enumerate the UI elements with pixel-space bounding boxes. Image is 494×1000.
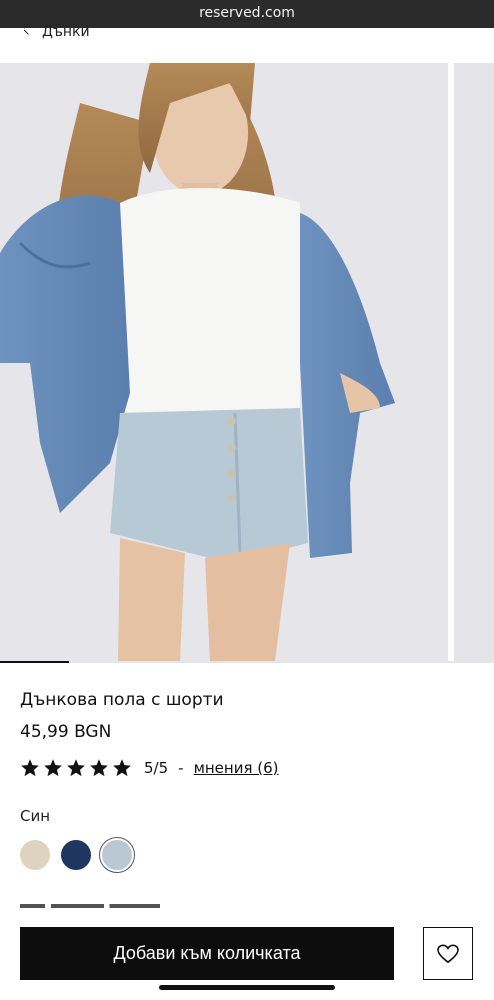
star-icon [67, 759, 85, 777]
model-photo-illustration [0, 63, 448, 661]
product-rating: 5/5 - мнения (6) [20, 756, 279, 780]
wishlist-button[interactable] [423, 927, 473, 980]
gallery-progress-fill [0, 661, 70, 663]
reviews-link[interactable]: мнения (6) [194, 759, 279, 777]
star-icon [113, 759, 131, 777]
color-label: Син [20, 807, 51, 825]
product-price: 45,99 BGN [20, 722, 112, 742]
color-swatch-navy[interactable] [61, 840, 91, 870]
color-swatches [20, 837, 135, 873]
rating-score: 5/5 [144, 759, 169, 777]
add-to-cart-button[interactable]: Добави към количката [20, 927, 394, 980]
rating-stars [20, 758, 132, 778]
rating-separator: - [178, 759, 184, 777]
home-indicator [159, 985, 335, 990]
color-swatch-light-blue[interactable] [99, 837, 135, 873]
product-gallery[interactable] [0, 63, 494, 661]
star-icon [90, 759, 108, 777]
chevron-left-icon [24, 24, 34, 35]
star-icon [44, 759, 62, 777]
breadcrumb[interactable]: Дънки [24, 24, 90, 40]
next-product-photo-peek[interactable] [454, 63, 494, 661]
heart-icon [437, 944, 459, 963]
product-title: Дънкова пола с шорти [20, 690, 224, 710]
url-text: reserved.com [199, 5, 295, 21]
color-swatch-beige[interactable] [20, 840, 50, 870]
gallery-progress [0, 661, 494, 663]
star-icon [21, 759, 39, 777]
breadcrumb-label: Дънки [42, 24, 90, 40]
product-photo[interactable] [0, 63, 448, 661]
